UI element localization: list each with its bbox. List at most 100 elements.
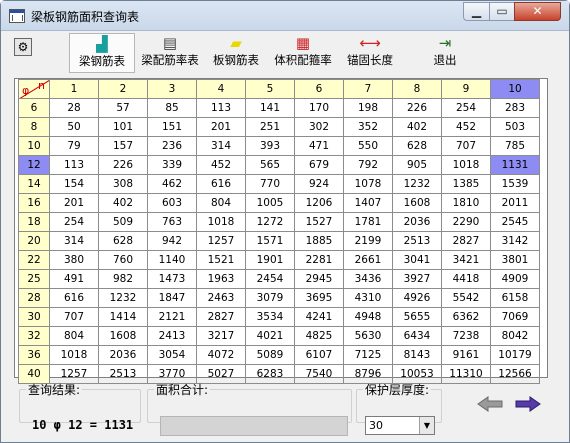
table-cell[interactable]: 2281 bbox=[294, 250, 344, 270]
column-header[interactable]: 4 bbox=[196, 79, 246, 99]
table-cell[interactable]: 79 bbox=[49, 136, 99, 156]
next-button[interactable] bbox=[514, 395, 542, 413]
maximize-button[interactable]: ▭ bbox=[489, 2, 515, 21]
table-cell[interactable]: 5542 bbox=[441, 288, 491, 308]
table-cell[interactable]: 792 bbox=[343, 155, 393, 175]
table-cell[interactable]: 804 bbox=[49, 326, 99, 346]
column-header[interactable]: 9 bbox=[441, 79, 491, 99]
column-header[interactable]: 3 bbox=[147, 79, 197, 99]
table-cell[interactable]: 7069 bbox=[490, 307, 540, 327]
row-header[interactable]: 28 bbox=[18, 288, 50, 308]
table-cell[interactable]: 4021 bbox=[245, 326, 295, 346]
table-cell[interactable]: 3801 bbox=[490, 250, 540, 270]
table-cell[interactable]: 1963 bbox=[196, 269, 246, 289]
table-cell[interactable]: 982 bbox=[98, 269, 148, 289]
table-cell[interactable]: 6107 bbox=[294, 345, 344, 365]
table-cell[interactable]: 308 bbox=[98, 174, 148, 194]
table-cell[interactable]: 157 bbox=[98, 136, 148, 156]
table-cell[interactable]: 201 bbox=[196, 117, 246, 137]
row-header[interactable]: 16 bbox=[18, 193, 50, 213]
table-cell[interactable]: 8042 bbox=[490, 326, 540, 346]
table-cell[interactable]: 85 bbox=[147, 98, 197, 118]
table-cell[interactable]: 170 bbox=[294, 98, 344, 118]
table-cell[interactable]: 5630 bbox=[343, 326, 393, 346]
table-cell[interactable]: 804 bbox=[196, 193, 246, 213]
table-cell[interactable]: 905 bbox=[392, 155, 442, 175]
table-cell[interactable]: 1232 bbox=[392, 174, 442, 194]
table-cell[interactable]: 6434 bbox=[392, 326, 442, 346]
table-cell[interactable]: 1257 bbox=[196, 231, 246, 251]
table-cell[interactable]: 763 bbox=[147, 212, 197, 232]
toolbar-button-6[interactable]: ⇥ 退出 bbox=[423, 33, 467, 73]
table-cell[interactable]: 1018 bbox=[441, 155, 491, 175]
table-cell[interactable]: 1385 bbox=[441, 174, 491, 194]
table-cell[interactable]: 1608 bbox=[392, 193, 442, 213]
table-cell[interactable]: 1473 bbox=[147, 269, 197, 289]
table-cell[interactable]: 10179 bbox=[490, 345, 540, 365]
table-cell[interactable]: 113 bbox=[196, 98, 246, 118]
table-cell[interactable]: 1810 bbox=[441, 193, 491, 213]
table-cell[interactable]: 1407 bbox=[343, 193, 393, 213]
row-header[interactable]: 14 bbox=[18, 174, 50, 194]
minimize-button[interactable]: ▁ bbox=[463, 2, 490, 21]
table-cell[interactable]: 4948 bbox=[343, 307, 393, 327]
table-cell[interactable]: 380 bbox=[49, 250, 99, 270]
toolbar-settings-icon[interactable]: ⚙ bbox=[14, 38, 32, 56]
table-cell[interactable]: 314 bbox=[49, 231, 99, 251]
table-cell[interactable]: 1018 bbox=[49, 345, 99, 365]
table-cell[interactable]: 1414 bbox=[98, 307, 148, 327]
table-cell[interactable]: 352 bbox=[343, 117, 393, 137]
row-header[interactable]: 12 bbox=[18, 155, 50, 175]
table-cell[interactable]: 6362 bbox=[441, 307, 491, 327]
table-cell[interactable]: 201 bbox=[49, 193, 99, 213]
table-cell[interactable]: 1005 bbox=[245, 193, 295, 213]
table-cell[interactable]: 1521 bbox=[196, 250, 246, 270]
table-cell[interactable]: 616 bbox=[196, 174, 246, 194]
table-cell[interactable]: 3436 bbox=[343, 269, 393, 289]
toolbar-button-1[interactable]: ▟ 梁钢筋表 bbox=[69, 33, 135, 73]
title-bar[interactable]: 梁板钢筋面积查询表 ▁ ▭ ✕ bbox=[1, 1, 569, 31]
table-cell[interactable]: 254 bbox=[441, 98, 491, 118]
table-cell[interactable]: 154 bbox=[49, 174, 99, 194]
table-cell[interactable]: 707 bbox=[49, 307, 99, 327]
column-header[interactable]: 10 bbox=[490, 79, 540, 99]
row-header[interactable]: 18 bbox=[18, 212, 50, 232]
table-cell[interactable]: 4926 bbox=[392, 288, 442, 308]
table-cell[interactable]: 628 bbox=[392, 136, 442, 156]
row-header[interactable]: 10 bbox=[18, 136, 50, 156]
table-cell[interactable]: 1608 bbox=[98, 326, 148, 346]
table-cell[interactable]: 254 bbox=[49, 212, 99, 232]
table-cell[interactable]: 57 bbox=[98, 98, 148, 118]
table-cell[interactable]: 226 bbox=[98, 155, 148, 175]
table-cell[interactable]: 707 bbox=[441, 136, 491, 156]
table-cell[interactable]: 3041 bbox=[392, 250, 442, 270]
cover-thickness-select[interactable]: 30 ▼ bbox=[365, 416, 435, 435]
row-header[interactable]: 36 bbox=[18, 345, 50, 365]
close-button[interactable]: ✕ bbox=[514, 2, 561, 21]
table-cell[interactable]: 2413 bbox=[147, 326, 197, 346]
table-cell[interactable]: 2827 bbox=[441, 231, 491, 251]
table-cell[interactable]: 28 bbox=[49, 98, 99, 118]
table-cell[interactable]: 339 bbox=[147, 155, 197, 175]
toolbar-button-3[interactable]: ▰ 板钢筋表 bbox=[207, 33, 265, 73]
table-cell[interactable]: 50 bbox=[49, 117, 99, 137]
table-cell[interactable]: 283 bbox=[490, 98, 540, 118]
table-cell[interactable]: 1781 bbox=[343, 212, 393, 232]
row-header[interactable]: 8 bbox=[18, 117, 50, 137]
table-cell[interactable]: 4418 bbox=[441, 269, 491, 289]
table-cell[interactable]: 550 bbox=[343, 136, 393, 156]
table-cell[interactable]: 3534 bbox=[245, 307, 295, 327]
table-cell[interactable]: 3142 bbox=[490, 231, 540, 251]
table-cell[interactable]: 402 bbox=[392, 117, 442, 137]
table-cell[interactable]: 1847 bbox=[147, 288, 197, 308]
table-cell[interactable]: 1901 bbox=[245, 250, 295, 270]
table-cell[interactable]: 942 bbox=[147, 231, 197, 251]
table-cell[interactable]: 1131 bbox=[490, 155, 540, 175]
table-cell[interactable]: 452 bbox=[196, 155, 246, 175]
table-cell[interactable]: 2463 bbox=[196, 288, 246, 308]
column-header[interactable]: 7 bbox=[343, 79, 393, 99]
table-cell[interactable]: 4310 bbox=[343, 288, 393, 308]
row-header[interactable]: 22 bbox=[18, 250, 50, 270]
table-cell[interactable]: 1140 bbox=[147, 250, 197, 270]
table-cell[interactable]: 2945 bbox=[294, 269, 344, 289]
